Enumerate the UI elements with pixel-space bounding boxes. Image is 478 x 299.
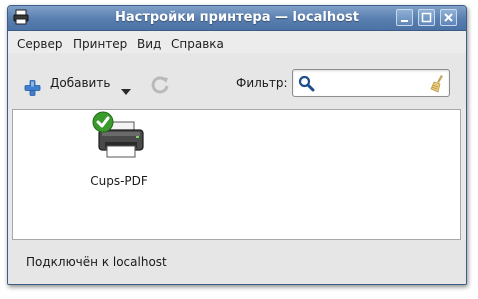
add-dropdown-arrow-icon[interactable]: [120, 81, 132, 103]
menu-view[interactable]: Вид: [137, 37, 161, 51]
add-icon[interactable]: [24, 77, 41, 99]
search-icon: [298, 75, 315, 92]
toolbar: Добавить Фильтр:: [8, 53, 466, 109]
printer-settings-window: Настройки принтера — localhost Сервер Пр…: [7, 5, 467, 285]
title-bar[interactable]: Настройки принтера — localhost: [8, 6, 466, 31]
close-button[interactable]: [440, 9, 457, 26]
default-printer-check-icon: [92, 111, 114, 133]
printer-list: Cups-PDF: [12, 109, 461, 240]
clear-filter-icon[interactable]: [430, 74, 446, 93]
printer-item[interactable]: Cups-PDF: [79, 111, 159, 190]
status-bar: Подключён к localhost: [8, 240, 466, 284]
menu-bar: Сервер Принтер Вид Справка: [8, 31, 466, 53]
minimize-button[interactable]: [396, 9, 413, 26]
menu-help[interactable]: Справка: [171, 37, 224, 51]
maximize-icon: [421, 12, 432, 23]
maximize-button[interactable]: [418, 9, 435, 26]
menu-printer[interactable]: Принтер: [73, 37, 127, 51]
menu-server[interactable]: Сервер: [17, 37, 62, 51]
add-button[interactable]: Добавить: [50, 76, 110, 90]
refresh-icon[interactable]: [149, 74, 171, 96]
connection-status: Подключён к localhost: [26, 255, 167, 269]
filter-input[interactable]: [319, 74, 423, 94]
filter-label: Фильтр:: [236, 76, 288, 90]
printer-name: Cups-PDF: [90, 174, 148, 188]
filter-field[interactable]: [292, 69, 450, 97]
close-icon: [444, 13, 453, 22]
minimize-icon: [401, 20, 408, 22]
